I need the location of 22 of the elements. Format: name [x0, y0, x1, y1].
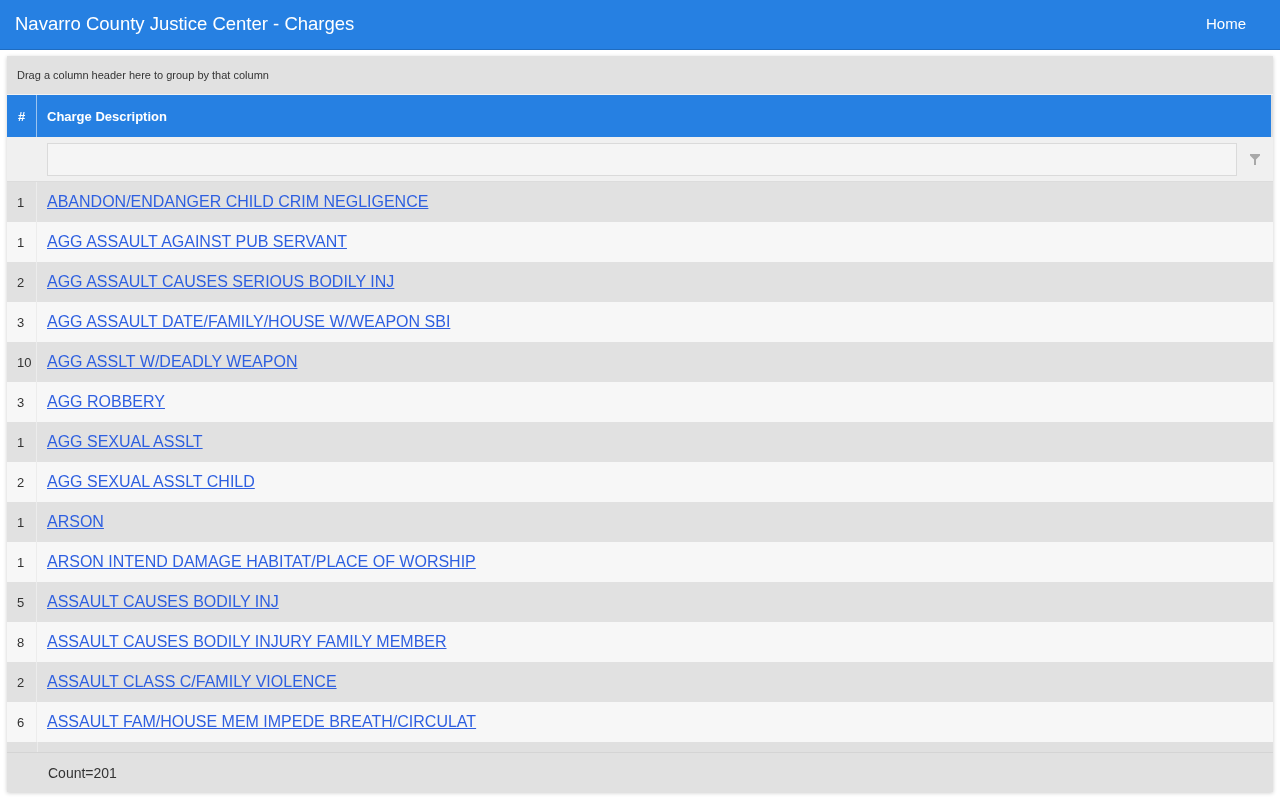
- filter-icon[interactable]: [1250, 153, 1260, 165]
- charge-link[interactable]: AGG ASSAULT AGAINST PUB SERVANT: [47, 233, 347, 251]
- charge-link[interactable]: ARSON INTEND DAMAGE HABITAT/PLACE OF WORSHIP: [47, 553, 476, 571]
- charge-link[interactable]: AGG ASSAULT DATE/FAMILY/HOUSE W/WEAPON SBI: [47, 313, 451, 331]
- charge-link[interactable]: AGG ASSAULT CAUSES SERIOUS BODILY INJ: [47, 273, 395, 291]
- charge-link[interactable]: AGG ROBBERY: [47, 393, 165, 411]
- charge-link[interactable]: ASSAULT CLASS C/FAMILY VIOLENCE: [47, 673, 337, 691]
- page-title: Navarro County Justice Center - Charges: [15, 12, 355, 35]
- charge-link[interactable]: AGG ASSLT W/DEADLY WEAPON: [47, 353, 298, 371]
- row-count: Count=201: [48, 764, 117, 781]
- charge-link[interactable]: ASSAULT FAM/HOUSE MEM IMPEDE BREATH/CIRCULAT: [47, 713, 477, 731]
- group-panel-hint: Drag a column header here to group by that column: [17, 69, 269, 81]
- home-link[interactable]: Home: [1206, 15, 1246, 32]
- charge-link[interactable]: ABANDON/ENDANGER CHILD CRIM NEGLIGENCE: [47, 193, 429, 211]
- filter-field[interactable]: [47, 142, 1237, 176]
- charge-link[interactable]: ARSON: [47, 513, 104, 531]
- count-cell: 6: [7, 702, 37, 742]
- charge-link[interactable]: ASSAULT CAUSES BODILY INJURY FAMILY MEMBER: [47, 633, 447, 651]
- column-header[interactable]: Charge Description: [37, 95, 1271, 137]
- charge-link[interactable]: ASSAULT CAUSES BODILY INJ: [47, 593, 279, 611]
- charge-link[interactable]: AGG SEXUAL ASSLT CHILD: [47, 473, 255, 491]
- charge-link[interactable]: AGG SEXUAL ASSLT: [47, 433, 203, 451]
